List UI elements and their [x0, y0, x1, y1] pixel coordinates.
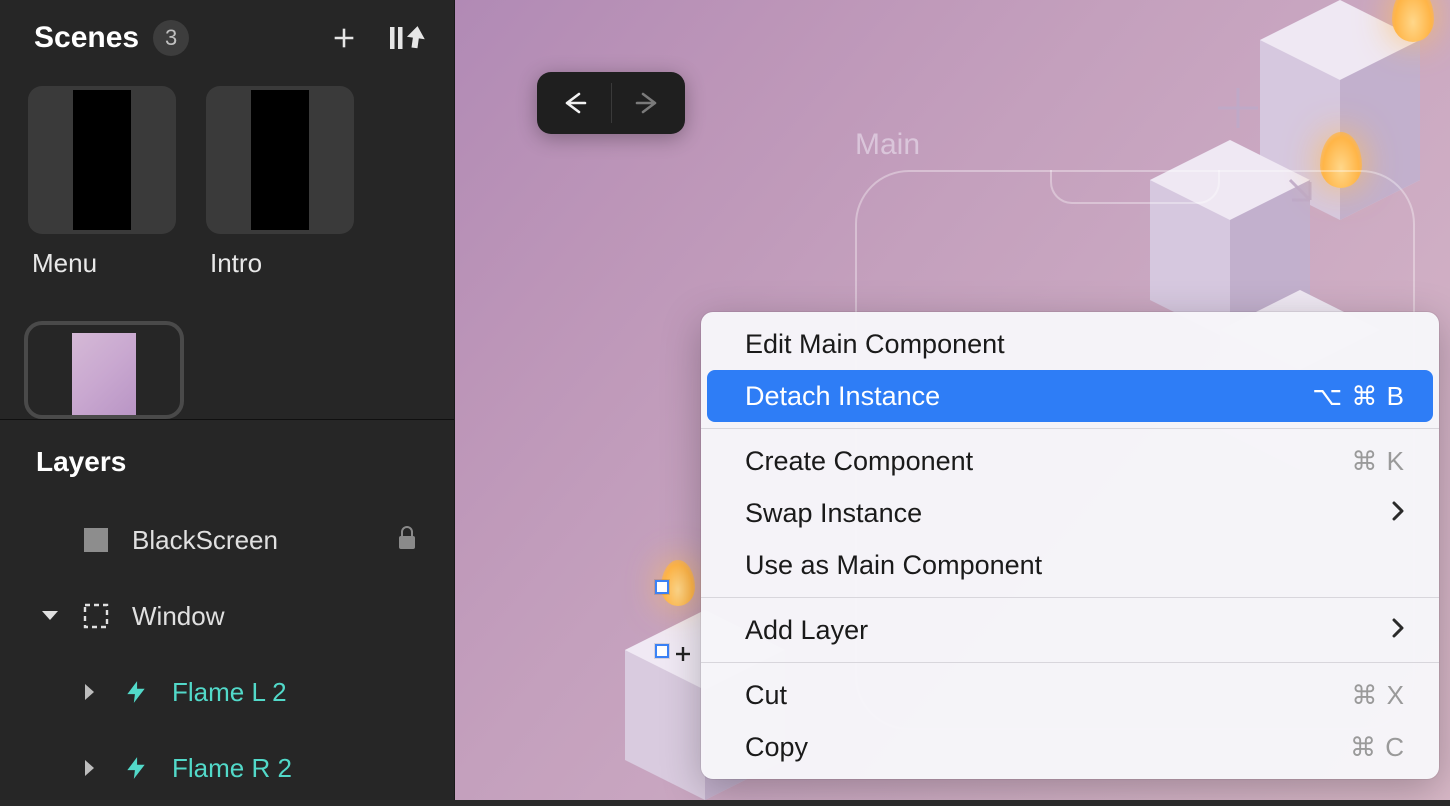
menu-shortcut: ⌥ ⌘ B — [1312, 381, 1405, 412]
menu-label: Cut — [745, 680, 787, 711]
canvas-nav-pill — [537, 72, 685, 134]
menu-label: Edit Main Component — [745, 329, 1005, 360]
menu-shortcut: ⌘ K — [1351, 446, 1405, 477]
disclosure-right-icon[interactable] — [80, 683, 100, 701]
canvas-frame-label[interactable]: Main — [855, 128, 920, 162]
editor-canvas[interactable]: Main Edit Main Component Detach Instance… — [455, 0, 1450, 800]
scene-label: Menu — [28, 248, 176, 279]
selection-handle[interactable] — [655, 580, 669, 594]
layers-panel: Layers BlackScreen Window — [0, 419, 454, 806]
add-scene-icon[interactable] — [330, 24, 358, 52]
scene-selected-thumb[interactable] — [0, 309, 454, 419]
menu-add-layer[interactable]: Add Layer — [707, 604, 1433, 656]
menu-label: Create Component — [745, 446, 973, 477]
scenes-header: Scenes 3 — [0, 0, 454, 76]
selection-add-icon[interactable] — [674, 645, 692, 663]
nav-back-button[interactable] — [537, 72, 611, 134]
menu-shortcut: ⌘ C — [1350, 732, 1405, 763]
scenes-title: Scenes — [34, 21, 139, 55]
menu-separator — [701, 662, 1439, 663]
scene-label: Intro — [206, 248, 354, 279]
layer-name: Flame L 2 — [172, 677, 418, 708]
menu-separator — [701, 597, 1439, 598]
menu-use-as-main[interactable]: Use as Main Component — [707, 539, 1433, 591]
menu-separator — [701, 428, 1439, 429]
menu-cut[interactable]: Cut ⌘ X — [707, 669, 1433, 721]
sidebar-panel: Scenes 3 Menu Intro Layers — [0, 0, 455, 800]
menu-label: Use as Main Component — [745, 550, 1042, 581]
lock-icon[interactable] — [396, 525, 418, 556]
scene-thumbnail-list: Menu Intro — [0, 76, 454, 309]
layer-row-flame-r2[interactable]: Flame R 2 — [0, 730, 454, 806]
scenes-count-badge: 3 — [153, 20, 189, 56]
disclosure-right-icon[interactable] — [80, 759, 100, 777]
scene-item-intro[interactable]: Intro — [206, 86, 354, 279]
component-bolt-icon — [122, 678, 150, 706]
layer-rect-icon — [82, 527, 110, 553]
scene-thumb — [206, 86, 354, 234]
layer-name: Window — [132, 601, 418, 632]
menu-label: Detach Instance — [745, 381, 940, 412]
scene-item-menu[interactable]: Menu — [28, 86, 176, 279]
scene-thumb — [28, 86, 176, 234]
component-bolt-icon — [122, 754, 150, 782]
layers-title: Layers — [0, 446, 454, 502]
selection-handle[interactable] — [655, 644, 669, 658]
disclosure-down-icon[interactable] — [40, 610, 60, 622]
layer-row-flame-l2[interactable]: Flame L 2 — [0, 654, 454, 730]
menu-create-component[interactable]: Create Component ⌘ K — [707, 435, 1433, 487]
nav-forward-button[interactable] — [612, 72, 686, 134]
menu-detach-instance[interactable]: Detach Instance ⌥ ⌘ B — [707, 370, 1433, 422]
submenu-chevron-icon — [1391, 615, 1405, 646]
menu-label: Add Layer — [745, 615, 868, 646]
submenu-chevron-icon — [1391, 498, 1405, 529]
context-menu: Edit Main Component Detach Instance ⌥ ⌘ … — [701, 312, 1439, 779]
scene-flow-icon[interactable] — [388, 24, 426, 52]
layer-row-blackscreen[interactable]: BlackScreen — [0, 502, 454, 578]
group-dashed-icon — [82, 603, 110, 629]
menu-label: Copy — [745, 732, 808, 763]
menu-copy[interactable]: Copy ⌘ C — [707, 721, 1433, 773]
layer-row-window[interactable]: Window — [0, 578, 454, 654]
layer-name: BlackScreen — [132, 525, 374, 556]
menu-label: Swap Instance — [745, 498, 922, 529]
menu-swap-instance[interactable]: Swap Instance — [707, 487, 1433, 539]
layer-name: Flame R 2 — [172, 753, 418, 784]
device-notch — [1050, 170, 1220, 204]
menu-shortcut: ⌘ X — [1351, 680, 1405, 711]
menu-edit-main-component[interactable]: Edit Main Component — [707, 318, 1433, 370]
